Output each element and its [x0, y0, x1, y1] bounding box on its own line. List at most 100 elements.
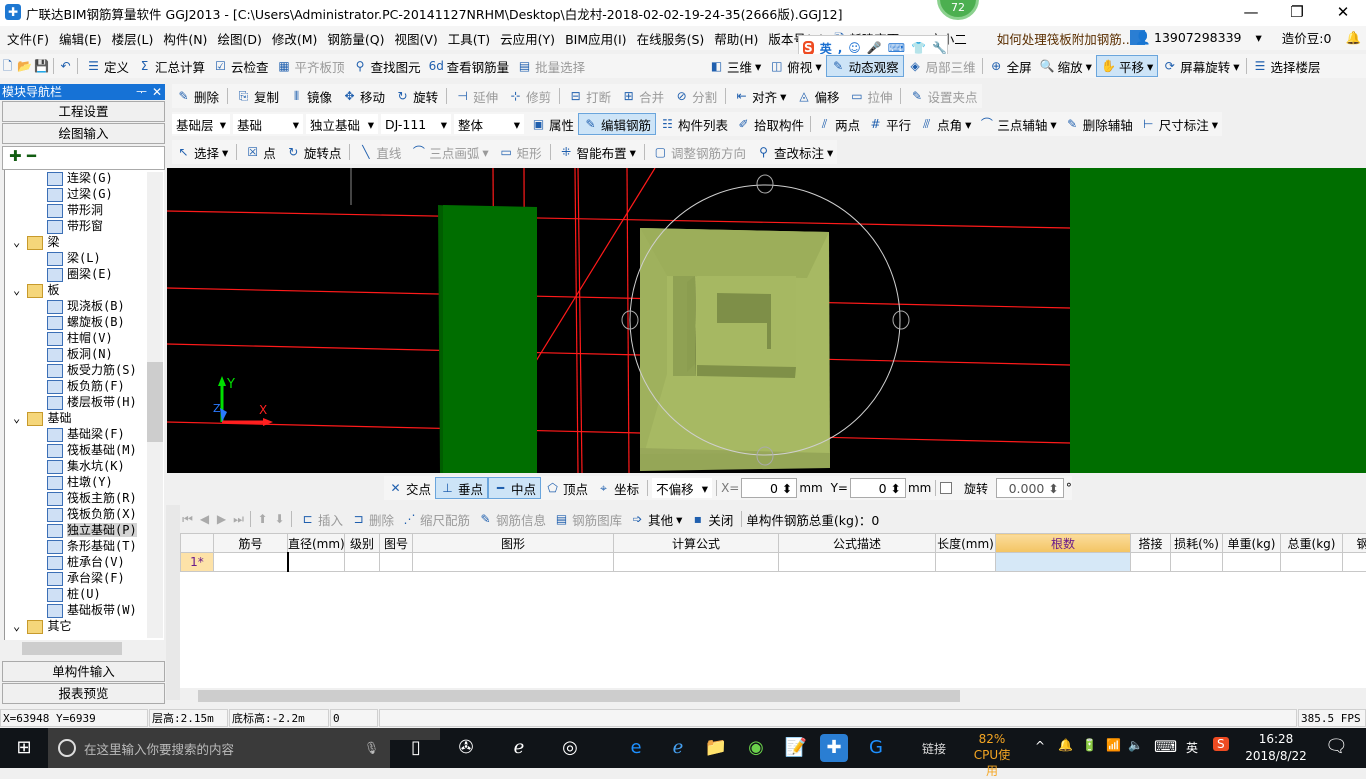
bell-icon[interactable]: 🔔: [1340, 30, 1355, 45]
microphone-icon[interactable]: 🎤: [867, 41, 882, 55]
move-up-icon[interactable]: ⬆: [255, 512, 270, 527]
snap-button[interactable]: ⬠顶点: [541, 477, 592, 499]
component-button[interactable]: ✎编辑钢筋: [578, 113, 656, 135]
microphone-icon[interactable]: 🎙: [364, 741, 379, 755]
chevron-down-icon[interactable]: ⌄: [13, 235, 27, 249]
column-header[interactable]: 图号: [380, 534, 413, 553]
main-button[interactable]: 6d查看钢筋量: [425, 55, 514, 77]
draw-button[interactable]: ▭矩形: [495, 141, 546, 163]
single-input-button[interactable]: 单构件输入: [2, 661, 165, 682]
tree-group[interactable]: ⌄ 梁: [5, 234, 164, 250]
tree-item[interactable]: 承台梁(F): [5, 570, 164, 586]
tree-item[interactable]: 圈梁(E): [5, 266, 164, 282]
fan-app-icon[interactable]: ✇: [452, 734, 480, 762]
snap-button[interactable]: ━中点: [488, 477, 541, 499]
undo-icon[interactable]: ↶: [58, 59, 73, 74]
table-cell[interactable]: 1*: [181, 553, 214, 572]
table-cell[interactable]: [1131, 553, 1171, 572]
tree-item[interactable]: 带形洞: [5, 202, 164, 218]
table-cell[interactable]: [1343, 553, 1366, 572]
tree-item[interactable]: 筏板基础(M): [5, 442, 164, 458]
chevron-down-icon[interactable]: ⌄: [13, 283, 27, 297]
component-button[interactable]: ⫻点角▾: [915, 113, 975, 135]
component-button[interactable]: ✐拾取构件: [732, 113, 808, 135]
tree-item[interactable]: 筏板负筋(X): [5, 506, 164, 522]
notification-badge[interactable]: 72: [937, 0, 979, 20]
chevron-down-icon[interactable]: ▾: [222, 145, 228, 160]
menu-item[interactable]: 楼层(L): [107, 29, 159, 48]
tree-item[interactable]: 楼层板带(H): [5, 394, 164, 410]
draw-button[interactable]: ▢调整钢筋方向: [649, 141, 750, 163]
main-button[interactable]: ⚲查找图元: [349, 55, 425, 77]
snap-button[interactable]: ✕交点: [384, 477, 435, 499]
edit-button[interactable]: ✎删除: [172, 85, 223, 107]
edit-button[interactable]: ⊞合并: [617, 85, 668, 107]
main-button[interactable]: ▤批量选择: [513, 55, 589, 77]
chevron-down-icon[interactable]: ▾: [965, 117, 971, 132]
rebar-button[interactable]: ➩其他▾: [626, 508, 686, 530]
edit-button[interactable]: ✎设置夹点: [905, 85, 981, 107]
subcategory-select[interactable]: 独立基础▾: [306, 114, 378, 134]
green-app-icon[interactable]: ◉: [742, 734, 770, 762]
collapse-all-icon[interactable]: ━: [27, 147, 36, 165]
close-button[interactable]: ✕: [1320, 0, 1366, 26]
table-cell[interactable]: [614, 553, 779, 572]
minimize-button[interactable]: —: [1228, 0, 1274, 26]
tree-item[interactable]: 带形窗: [5, 218, 164, 234]
menu-item[interactable]: 修改(M): [267, 29, 323, 48]
table-cell[interactable]: [380, 553, 413, 572]
table-cell[interactable]: [779, 553, 936, 572]
table-cell[interactable]: [345, 553, 380, 572]
rotate-checkbox[interactable]: [940, 482, 952, 494]
rebar-button[interactable]: ▤钢筋图库: [550, 508, 626, 530]
component-button[interactable]: ✎删除辅轴: [1061, 113, 1137, 135]
chevron-down-icon[interactable]: ▾: [1147, 59, 1153, 74]
rebar-button[interactable]: ⊏插入: [296, 508, 347, 530]
column-header[interactable]: 搭接: [1131, 534, 1171, 553]
notes-app-icon[interactable]: 📝: [782, 734, 810, 762]
tree-group[interactable]: ⌄ 其它: [5, 618, 164, 634]
tree-item[interactable]: 桩(U): [5, 586, 164, 602]
table-cell[interactable]: [996, 553, 1131, 572]
column-header[interactable]: 根数: [996, 534, 1131, 553]
edit-button[interactable]: ⊹修剪: [504, 85, 555, 107]
report-preview-button[interactable]: 报表预览: [2, 683, 165, 704]
view-button[interactable]: ⊕全屏: [985, 55, 1036, 77]
table-row[interactable]: 1*: [181, 553, 1366, 572]
drawing-canvas[interactable]: Y X Z: [167, 168, 1366, 473]
chevron-down-icon[interactable]: ▾: [780, 89, 786, 104]
chevron-down-icon[interactable]: ▾: [827, 145, 833, 160]
menu-item[interactable]: 绘图(D): [212, 29, 266, 48]
tip-link[interactable]: 如何处理筏板附加钢筋..: [992, 29, 1135, 48]
menu-item[interactable]: 文件(F): [2, 29, 54, 48]
chevron-down-icon[interactable]: ▾: [1050, 117, 1056, 132]
chevron-down-icon[interactable]: ⌄: [13, 411, 27, 425]
tree-item[interactable]: 过梁(G): [5, 186, 164, 202]
ie-browser-icon[interactable]: ℯ: [505, 734, 533, 762]
menu-item[interactable]: 在线服务(S): [632, 29, 710, 48]
tree-item[interactable]: 现浇板(B): [5, 298, 164, 314]
tree-group[interactable]: ⌄ 基础: [5, 410, 164, 426]
column-header[interactable]: 钢: [1343, 534, 1366, 553]
tree-item[interactable]: 板负筋(F): [5, 378, 164, 394]
snap-button[interactable]: ⊥垂点: [435, 477, 488, 499]
column-header[interactable]: 总重(kg): [1281, 534, 1343, 553]
first-record-icon[interactable]: ⏮: [180, 512, 195, 527]
action-center-icon[interactable]: 🗨: [1325, 736, 1348, 757]
chevron-down-icon[interactable]: ▾: [1212, 117, 1218, 132]
tree-group[interactable]: ⌄ 板: [5, 282, 164, 298]
menu-item[interactable]: 钢筋量(Q): [322, 29, 389, 48]
view-button[interactable]: ◈局部三维: [904, 55, 980, 77]
new-file-icon[interactable]: 🗋: [0, 59, 15, 74]
menu-item[interactable]: 视图(V): [389, 29, 442, 48]
wifi-icon[interactable]: 📶: [1106, 738, 1121, 752]
emoji-icon[interactable]: ☺: [848, 41, 861, 55]
tree-item[interactable]: 集水坑(K): [5, 458, 164, 474]
x-offset-input[interactable]: 0 ⬍: [741, 478, 797, 498]
table-cell[interactable]: [1171, 553, 1223, 572]
panel-splitter[interactable]: [166, 505, 180, 700]
offset-select[interactable]: 不偏移▾: [652, 478, 712, 498]
notification-bell-icon[interactable]: 🔔: [1058, 738, 1073, 752]
prev-record-icon[interactable]: ◀: [197, 512, 212, 527]
last-record-icon[interactable]: ⏭: [231, 512, 246, 527]
